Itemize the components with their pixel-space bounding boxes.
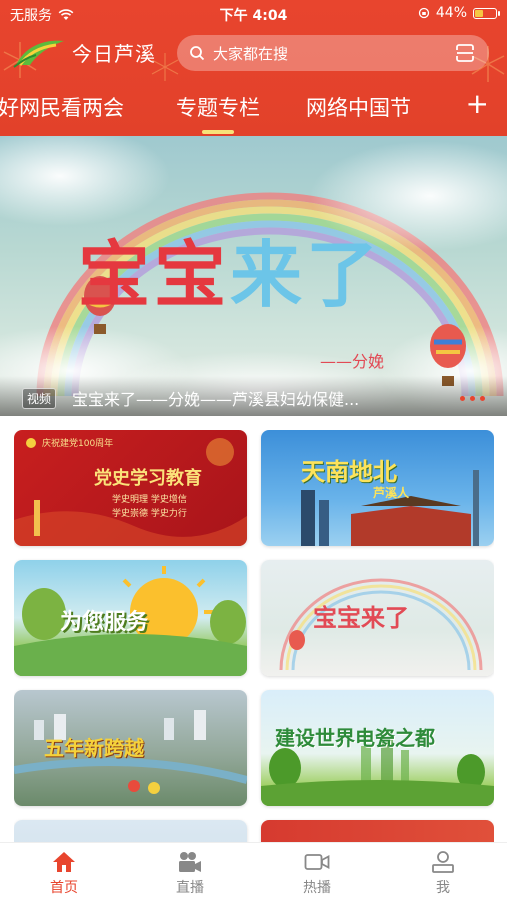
scan-icon[interactable] <box>455 43 475 63</box>
bottom-navigation: 首页 直播 热播 我 <box>0 842 507 901</box>
tab-internet-users-two-sessions[interactable]: 好网民看两会 <box>0 92 124 122</box>
battery-level <box>475 9 483 17</box>
app-name: 今日芦溪 <box>72 41 156 66</box>
nav-hot[interactable]: 热播 <box>277 849 357 897</box>
banner-title-part2: 来了 <box>230 233 383 317</box>
card-slogan-line: 学史崇德 学史力行 <box>112 509 187 519</box>
camera-icon <box>179 852 201 872</box>
banner-caption-bar: 视频 宝宝来了——分娩——芦溪县妇幼保健... <box>0 376 507 416</box>
nav-label: 首页 <box>50 880 78 896</box>
nav-live[interactable]: 直播 <box>150 849 230 897</box>
leaf-logo-icon <box>13 40 64 68</box>
banner-title-part1: 宝宝 <box>78 233 231 317</box>
nav-home[interactable]: 首页 <box>24 849 104 897</box>
topic-card-partial[interactable] <box>261 820 494 842</box>
card-title: 宝宝来了 <box>313 604 409 632</box>
home-icon <box>53 852 75 872</box>
add-tab-plus-icon[interactable]: + <box>466 90 489 118</box>
video-icon <box>304 854 330 870</box>
topic-card-service[interactable]: 为您服务 <box>14 560 247 676</box>
topic-card-partial[interactable] <box>14 820 247 842</box>
card-title: 为您服务 <box>60 610 149 635</box>
card-title: 建设世界电瓷之都 <box>275 726 435 750</box>
topic-grid: 庆祝建党100周年 党史学习教育 学史明理 学史增信 学史崇德 学史力行 天南地… <box>14 430 494 842</box>
card-title: 党史学习教育 <box>94 468 202 489</box>
topic-card-party-history[interactable]: 庆祝建党100周年 党史学习教育 学史明理 学史增信 学史崇德 学史力行 <box>14 430 247 546</box>
topic-card-tiannan-dibei[interactable]: 天南地北 芦溪人 <box>261 430 494 546</box>
video-tag-badge: 视频 <box>22 388 57 409</box>
search-placeholder: 大家都在搜 <box>213 44 289 63</box>
nav-label: 热播 <box>303 880 331 896</box>
carousel-dot <box>460 396 465 401</box>
app-bar: 今日芦溪 大家都在搜 <box>0 30 507 80</box>
topic-card-baby[interactable]: 宝宝来了 <box>261 560 494 676</box>
carousel-dot <box>480 396 485 401</box>
battery-icon <box>473 7 500 19</box>
battery-percent: 44% <box>435 5 467 21</box>
banner-title: 宝宝来了 <box>78 216 382 321</box>
party-emblem-icon <box>26 438 36 448</box>
orientation-lock-icon <box>418 7 430 19</box>
user-icon <box>432 851 454 873</box>
nav-me[interactable]: 我 <box>403 849 483 897</box>
status-bar: 无服务 下午 4:04 44% <box>0 0 507 28</box>
card-subtitle: 芦溪人 <box>373 486 410 500</box>
category-tabs: 好网民看两会 专题专栏 网络中国节 + <box>0 84 507 134</box>
hero-banner[interactable]: 宝宝来了 ——分娩 视频 宝宝来了——分娩——芦溪县妇幼保健... <box>0 136 507 416</box>
card-slogan-line: 学史明理 学史增信 <box>112 495 187 505</box>
topic-card-porcelain-capital[interactable]: 建设世界电瓷之都 <box>261 690 494 806</box>
search-icon <box>190 46 205 61</box>
nav-label: 我 <box>436 880 450 896</box>
banner-caption: 宝宝来了——分娩——芦溪县妇幼保健... <box>72 390 360 409</box>
app-logo[interactable]: 今日芦溪 <box>12 34 156 70</box>
card-title: 天南地北 <box>301 458 397 486</box>
tab-online-festival[interactable]: 网络中国节 <box>306 92 411 122</box>
banner-subtitle: ——分娩 <box>320 352 385 371</box>
topic-card-five-years[interactable]: 五年新跨越 <box>14 690 247 806</box>
carousel-indicator <box>460 396 485 401</box>
carousel-dot <box>470 396 475 401</box>
card-title: 五年新跨越 <box>44 736 144 760</box>
nav-label: 直播 <box>176 880 204 896</box>
card-badge: 庆祝建党100周年 <box>42 439 114 449</box>
tab-special-topics[interactable]: 专题专栏 <box>176 92 260 134</box>
search-bar[interactable]: 大家都在搜 <box>177 35 489 71</box>
top-header: 无服务 下午 4:04 44% 今日芦溪 大家都在搜 好网民看两会 专题专栏 网… <box>0 0 507 136</box>
